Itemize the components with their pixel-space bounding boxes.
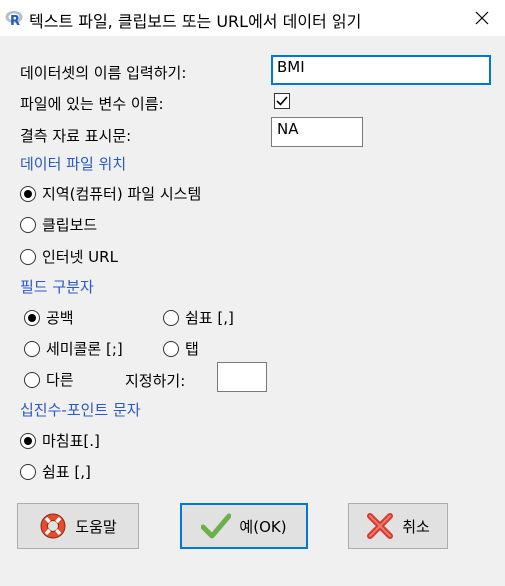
radio-label: 공백 [46, 309, 74, 327]
radio-label: 쉼표 [,] [42, 463, 91, 481]
radio-circle [24, 371, 40, 388]
radio-comma-sep[interactable]: 쉼표 [,] [163, 307, 234, 328]
radio-local-file[interactable]: 지역(컴퓨터) 파일 시스템 [20, 183, 201, 204]
cancel-button[interactable]: 취소 [348, 503, 448, 549]
radio-label: 마침표[.] [42, 432, 100, 450]
r-logo-icon: R [5, 9, 23, 29]
radio-circle [20, 216, 36, 233]
field-separator-header: 필드 구분자 [20, 278, 94, 296]
radio-circle [163, 340, 179, 357]
decimal-point-header: 십진수-포인트 문자 [20, 401, 141, 419]
radio-label: 클립보드 [42, 216, 98, 234]
close-button[interactable] [459, 0, 505, 36]
specify-input[interactable] [217, 362, 267, 392]
specify-label: 지정하기: [125, 372, 186, 390]
variable-names-checkbox[interactable] [274, 93, 290, 109]
radio-comma-decimal[interactable]: 쉼표 [,] [20, 461, 91, 482]
title-bar: R 텍스트 파일, 클립보드 또는 URL에서 데이터 읽기 [0, 0, 505, 36]
checkmark-icon [201, 513, 232, 539]
missing-indicator-input[interactable]: NA [271, 117, 363, 147]
radio-label: 인터넷 URL [42, 248, 118, 266]
radio-clipboard[interactable]: 클립보드 [20, 214, 97, 235]
radio-label: 쉼표 [,] [185, 309, 234, 327]
radio-label: 탭 [185, 340, 199, 358]
radio-circle [20, 463, 36, 480]
radio-period[interactable]: 마침표[.] [20, 430, 100, 451]
ok-button[interactable]: 예(OK) [180, 503, 308, 549]
radio-circle [163, 309, 179, 326]
help-button[interactable]: 도움말 [17, 503, 139, 549]
ok-button-label: 예(OK) [239, 517, 287, 536]
lifebuoy-icon [40, 513, 66, 539]
checkmark-icon [276, 96, 288, 106]
radio-whitespace[interactable]: 공백 [24, 307, 74, 328]
location-header: 데이터 파일 위치 [20, 155, 127, 173]
radio-circle [20, 248, 36, 265]
red-x-icon [367, 513, 394, 539]
dataset-name-input[interactable]: BMI [271, 55, 491, 85]
radio-label: 다른 [46, 371, 74, 389]
cancel-button-label: 취소 [402, 517, 430, 536]
svg-text:R: R [10, 14, 20, 27]
radio-semicolon[interactable]: 세미콜론 [;] [24, 338, 123, 359]
help-button-label: 도움말 [75, 517, 117, 536]
radio-circle [20, 185, 36, 202]
radio-other[interactable]: 다른 [24, 369, 74, 390]
window-title: 텍스트 파일, 클립보드 또는 URL에서 데이터 읽기 [29, 12, 362, 31]
radio-label: 지역(컴퓨터) 파일 시스템 [42, 185, 202, 203]
radio-internet-url[interactable]: 인터넷 URL [20, 246, 118, 267]
radio-circle [20, 432, 36, 449]
close-icon [475, 11, 489, 25]
radio-circle [24, 340, 40, 357]
missing-indicator-label: 결측 자료 표시문: [20, 127, 132, 145]
variable-names-label: 파일에 있는 변수 이름: [20, 95, 164, 113]
radio-tab[interactable]: 탭 [163, 338, 199, 359]
radio-label: 세미콜론 [;] [46, 340, 123, 358]
dataset-name-label: 데이터셋의 이름 입력하기: [20, 64, 187, 82]
radio-circle [24, 309, 40, 326]
